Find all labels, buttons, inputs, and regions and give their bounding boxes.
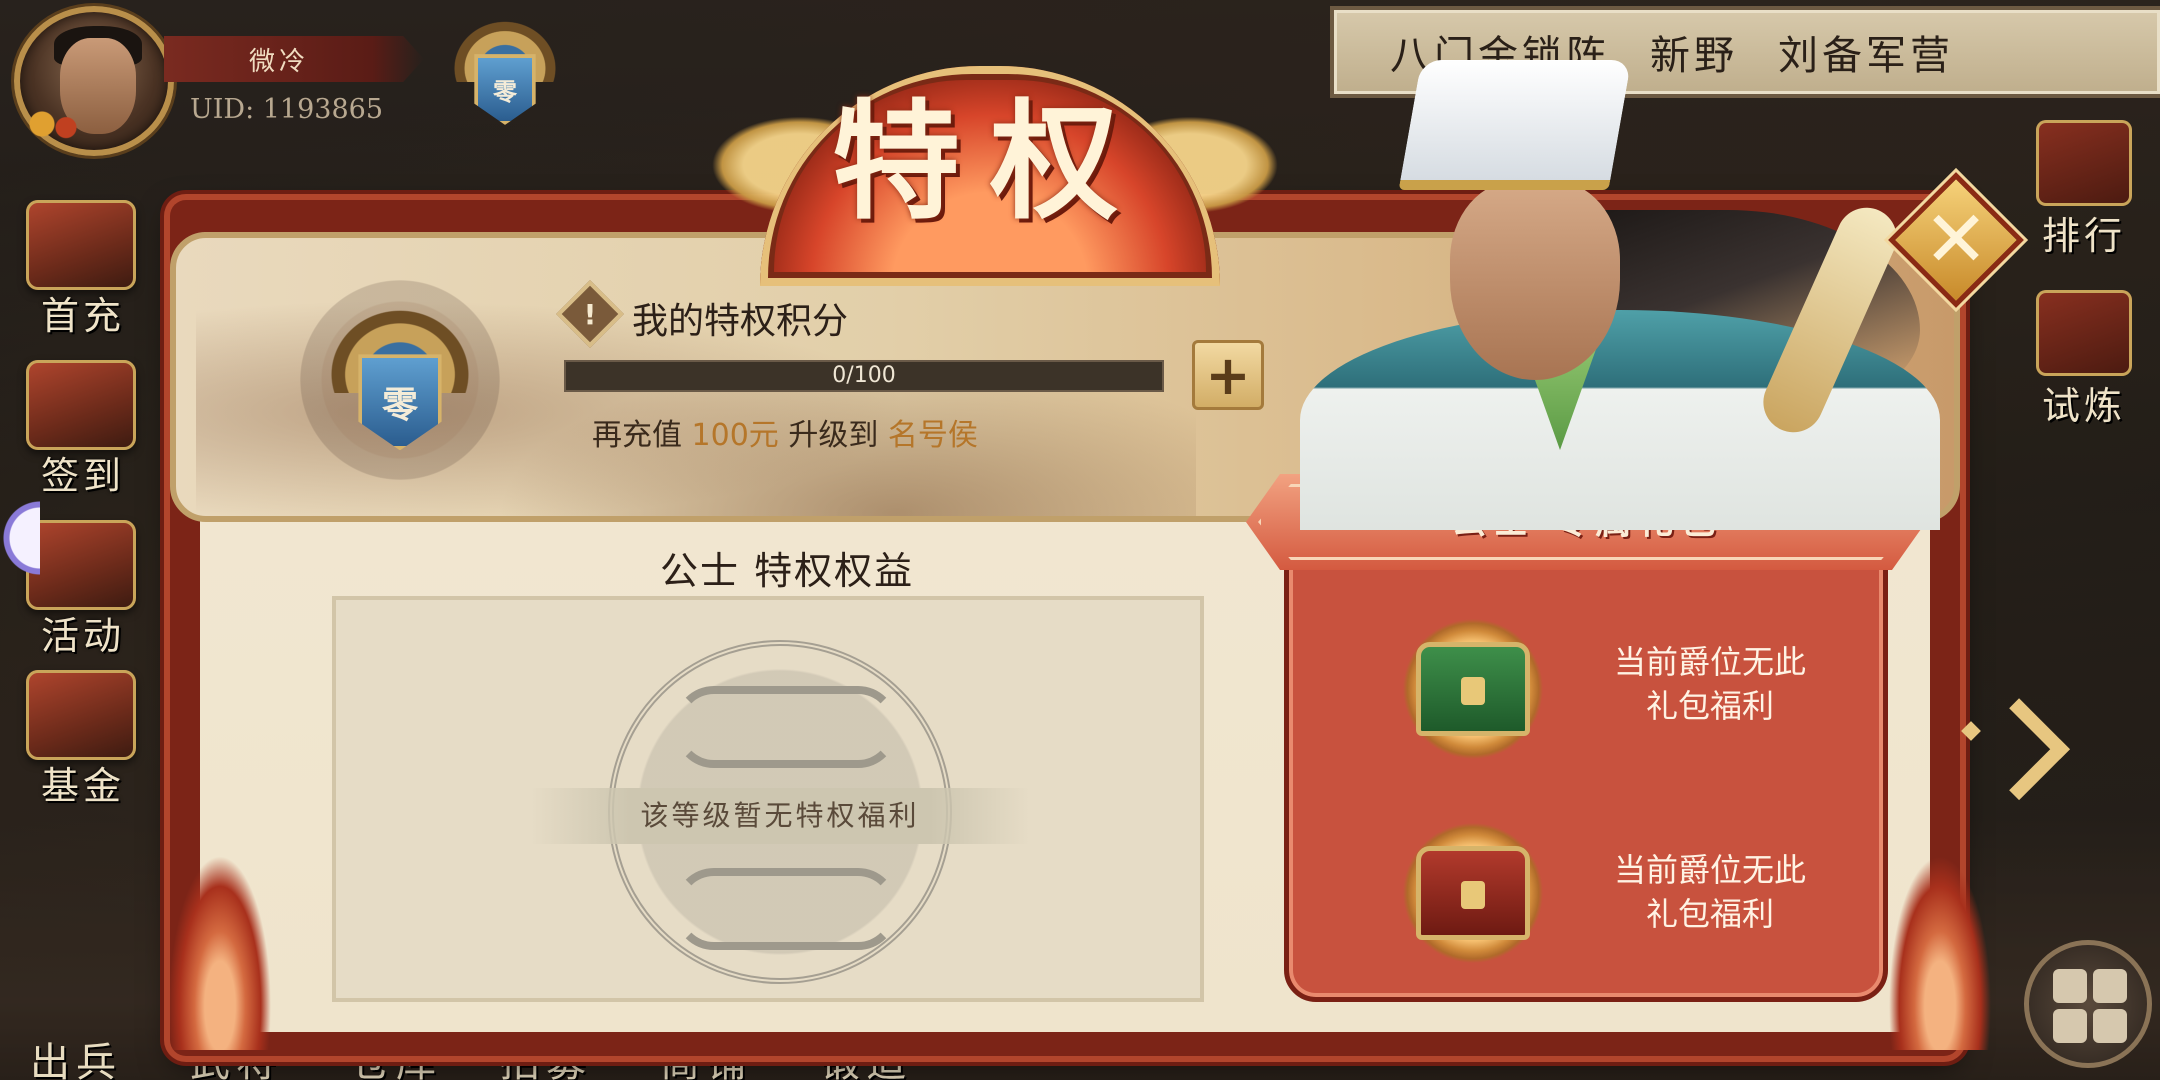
badge-rank-char: 零 <box>492 78 517 106</box>
upgrade-prefix: 再充值 <box>592 418 682 453</box>
menu-dispatch[interactable]: 出兵 <box>30 1030 122 1080</box>
gift-item-2[interactable] <box>1398 818 1548 968</box>
gift-text-line: 当前爵位无此 <box>1613 643 1806 681</box>
privilege-rank-badge: 零 <box>320 300 480 460</box>
player-uid: UID: 1193865 <box>190 94 383 125</box>
menu-label: 首充 <box>40 294 125 338</box>
info-icon-glyph: ! <box>583 297 597 331</box>
gift-text-line: 礼包福利 <box>1645 687 1774 725</box>
menu-label: 基金 <box>40 764 125 808</box>
avatar-flowers <box>24 106 84 142</box>
upgrade-amount: 100元 <box>691 418 779 453</box>
grid-cell <box>2053 1009 2087 1043</box>
progress-text: 0/100 <box>832 363 896 388</box>
gift-item-1[interactable] <box>1398 614 1548 764</box>
hero-face <box>1450 180 1620 380</box>
menu-first-recharge[interactable]: 首充 <box>8 190 158 340</box>
gift-box-icon <box>26 520 136 610</box>
green-chest-icon <box>1416 642 1530 736</box>
no-benefit-text: 该等级暂无特权福利 <box>530 788 1030 844</box>
privilege-progress-bar: 0/100 <box>564 360 1164 392</box>
menu-label: 试炼 <box>2041 384 2126 428</box>
menu-label: 签到 <box>40 454 125 498</box>
crossed-swords-icon <box>2036 290 2132 376</box>
panel-title: 特权 <box>831 87 1148 237</box>
flame-decoration-right <box>1880 830 2000 1050</box>
gift-text-line: 当前爵位无此 <box>1613 851 1806 889</box>
grid-cell <box>2053 969 2087 1003</box>
player-rank-badge[interactable]: 零 <box>446 14 564 132</box>
treasure-chest-icon <box>26 200 136 290</box>
gift-text-line: 礼包福利 <box>1645 895 1774 933</box>
next-page-arrow-icon[interactable] <box>1960 684 2040 784</box>
menu-fund[interactable]: 基金 <box>8 660 158 810</box>
upgrade-hint: 再充值 100元 升级到 名号侯 <box>592 410 978 454</box>
gift-item-2-text: 当前爵位无此 礼包福利 <box>1590 848 1830 936</box>
main-menu-grid-button[interactable] <box>2024 940 2152 1068</box>
coin-chest-icon <box>26 670 136 760</box>
player-avatar[interactable] <box>14 6 174 156</box>
menu-label: 活动 <box>40 614 125 658</box>
menu-trial[interactable]: 试炼 <box>2014 290 2154 430</box>
menu-sign-in[interactable]: 签到 <box>8 350 158 500</box>
gift-item-1-text: 当前爵位无此 礼包福利 <box>1590 640 1830 728</box>
player-info[interactable]: 微冷 UID: 1193865 <box>14 6 434 156</box>
flame-decoration-left <box>160 830 280 1050</box>
player-name-bar: 微冷 <box>164 36 424 82</box>
close-icon: ✕ <box>1923 195 1989 285</box>
menu-label: 排行 <box>2041 214 2126 258</box>
upgrade-middle: 升级到 <box>788 418 879 453</box>
seal-dragon-top <box>674 686 898 768</box>
badge-shield: 零 <box>358 354 442 451</box>
hero-hat <box>1398 60 1632 190</box>
privilege-score-label: 我的特权积分 <box>632 301 849 342</box>
upgrade-target: 名号侯 <box>887 418 978 453</box>
ranking-board-icon <box>2036 120 2132 206</box>
add-points-button[interactable]: + <box>1192 340 1264 410</box>
badge-rank-char: 零 <box>381 385 418 427</box>
badge-shield: 零 <box>474 54 536 125</box>
red-chest-icon <box>1416 846 1530 940</box>
hero-portrait <box>1300 60 1960 530</box>
menu-ranking[interactable]: 排行 <box>2014 120 2154 260</box>
benefits-title: 公士 特权权益 <box>660 549 915 593</box>
player-name: 微冷 <box>248 46 309 77</box>
seal-dragon-bottom <box>674 868 898 950</box>
grid-cell <box>2093 969 2127 1003</box>
grid-cell <box>2093 1009 2127 1043</box>
scroll-icon <box>26 360 136 450</box>
side-bubble-icon[interactable] <box>0 500 40 576</box>
